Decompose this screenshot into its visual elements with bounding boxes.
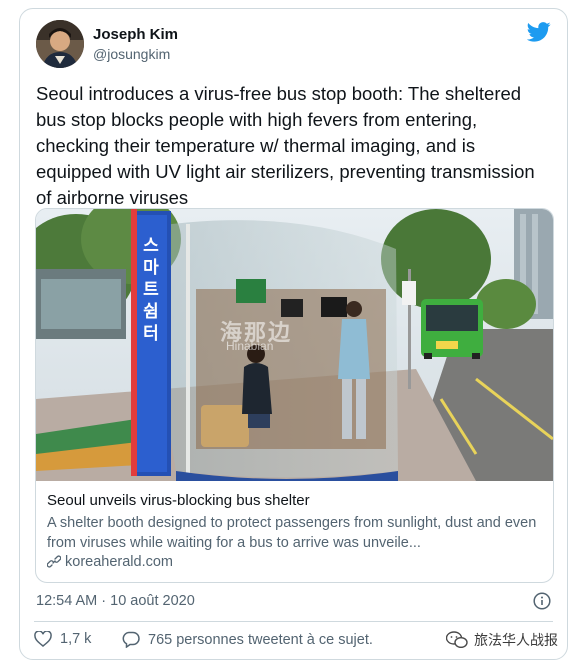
footer-watermark: 旅法华人战报 <box>446 630 558 650</box>
twitter-bird-icon[interactable] <box>527 22 551 42</box>
reply-text: 765 personnes tweetent à ce sujet. <box>148 631 373 648</box>
link-title[interactable]: Seoul unveils virus-blocking bus shelter <box>47 492 310 509</box>
svg-text:트: 트 <box>143 280 159 300</box>
tweet-card: Joseph Kim @josungkim Seoul introduces a… <box>19 8 568 660</box>
svg-text:쉼: 쉼 <box>143 302 159 322</box>
link-domain[interactable]: koreaherald.com <box>47 554 173 570</box>
tweet-timestamp[interactable]: 12:54 AM · 10 août 2020 <box>36 593 195 609</box>
author-handle[interactable]: @josungkim <box>93 46 170 62</box>
image-watermark-en: Hinabian <box>226 339 274 353</box>
tweet-text: Seoul introduces a virus-free bus stop b… <box>36 83 535 208</box>
speech-bubble-icon <box>122 631 140 648</box>
svg-text:스: 스 <box>143 236 159 256</box>
link-description: A shelter booth designed to protect pass… <box>47 515 537 551</box>
link-preview-image[interactable]: 스 마 트 쉼 터 海那边 Hinabian <box>36 209 553 481</box>
heart-icon <box>34 631 52 647</box>
like-button[interactable]: 1,7 k <box>34 631 91 647</box>
reply-button[interactable]: 765 personnes tweetent à ce sujet. <box>122 631 373 648</box>
divider <box>34 621 553 622</box>
wechat-icon <box>446 631 468 649</box>
svg-text:마: 마 <box>143 258 159 278</box>
link-icon <box>47 555 61 568</box>
svg-text:터: 터 <box>143 324 159 344</box>
link-domain-text: koreaherald.com <box>65 554 173 570</box>
author-name[interactable]: Joseph Kim <box>93 26 178 43</box>
link-preview-card[interactable]: 스 마 트 쉼 터 海那边 Hinabian Seoul unveils vir… <box>35 208 554 583</box>
avatar[interactable] <box>36 20 84 68</box>
like-count: 1,7 k <box>60 631 92 647</box>
info-icon[interactable] <box>533 592 551 610</box>
footer-watermark-text: 旅法华人战报 <box>474 632 558 648</box>
